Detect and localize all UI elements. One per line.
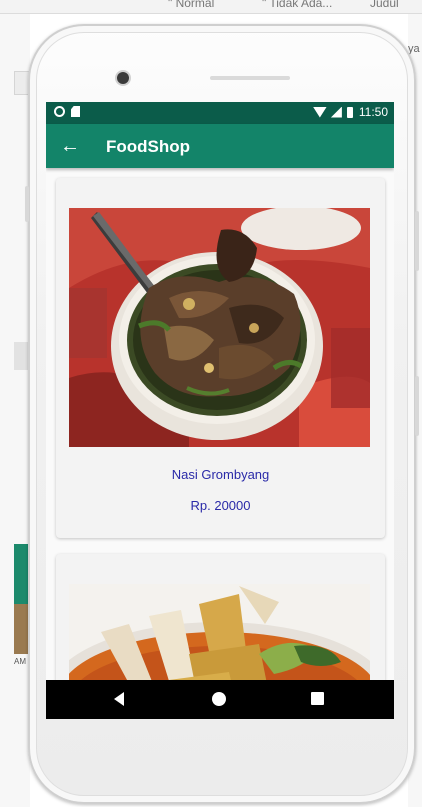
arrow-back-icon[interactable]: ←: [60, 136, 80, 156]
background-caption: AM: [14, 657, 26, 666]
style-normal-text: " Normal: [168, 0, 215, 10]
earpiece-speaker: [210, 76, 290, 80]
food-photo: [69, 208, 370, 447]
editor-toolbar-fragment: " Normal " Tidak Ada... Judul: [0, 0, 422, 14]
android-navigation-bar: [46, 680, 394, 719]
wifi-icon: [312, 106, 327, 118]
product-card[interactable]: [56, 554, 385, 680]
nav-home-icon[interactable]: [212, 692, 226, 706]
notification-circle-icon: [54, 106, 65, 117]
front-camera: [117, 72, 129, 84]
status-bar: 11:50: [46, 102, 394, 124]
product-card[interactable]: Nasi Grombyang Rp. 20000: [56, 178, 385, 538]
battery-icon: [346, 106, 353, 118]
product-price: Rp. 20000: [190, 498, 251, 513]
side-button: [415, 376, 419, 436]
background-right-text: ya: [408, 43, 420, 55]
phone-screen: 11:50 ← FoodShop Nasi Grombyang Rp. 2000…: [46, 102, 394, 719]
product-image: [69, 208, 370, 447]
nav-back-icon[interactable]: [114, 692, 124, 706]
style-no-spacing-text: " Tidak Ada...: [262, 0, 333, 10]
app-title: FoodShop: [106, 137, 191, 156]
food-photo: [69, 584, 370, 680]
cell-signal-icon: [330, 106, 342, 118]
style-heading-text: Judul: [370, 0, 399, 10]
volume-button: [25, 186, 29, 222]
status-time: 11:50: [358, 105, 388, 119]
power-button: [415, 211, 419, 271]
product-name: Nasi Grombyang: [171, 467, 270, 482]
nav-recents-icon[interactable]: [311, 692, 324, 705]
background-left-panel: AM: [0, 14, 30, 807]
product-list[interactable]: Nasi Grombyang Rp. 20000: [46, 168, 394, 680]
app-toolbar: ← FoodShop: [46, 124, 394, 168]
sd-card-icon: [71, 106, 80, 117]
product-image: [69, 584, 370, 680]
